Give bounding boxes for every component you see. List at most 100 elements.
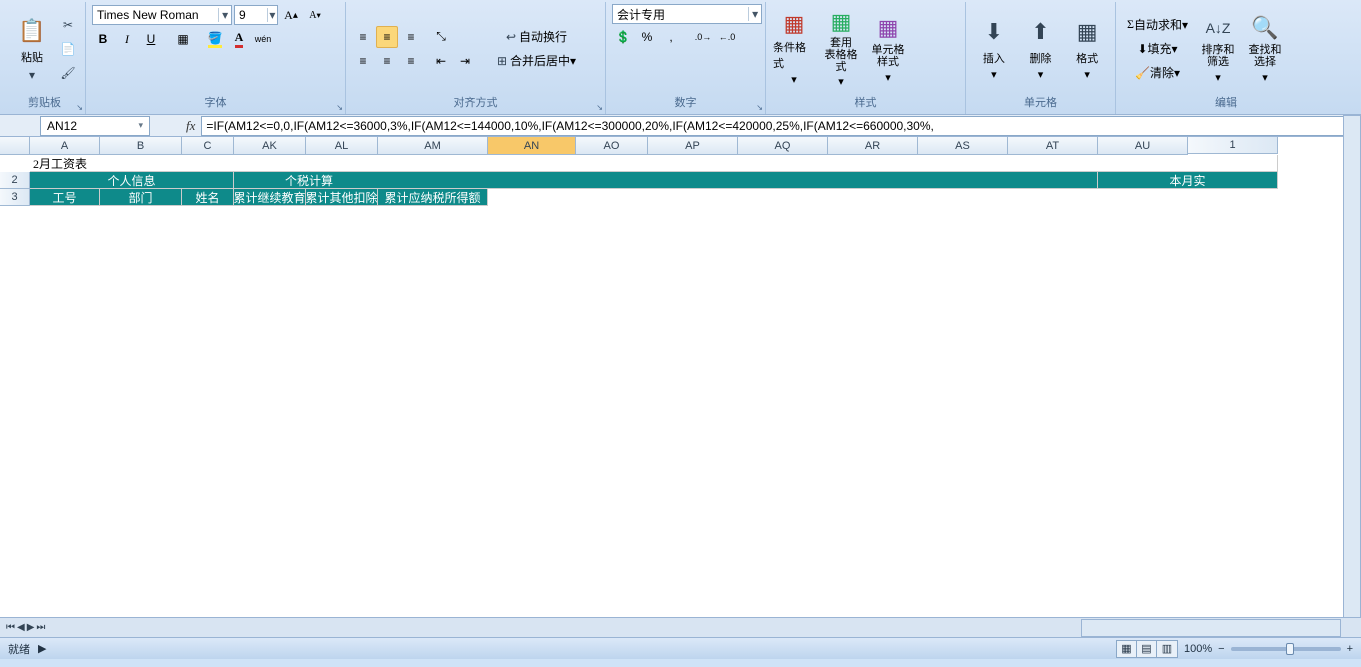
macro-record-icon[interactable]: ▶ xyxy=(38,642,46,655)
number-format-combo[interactable]: ▾ xyxy=(612,4,762,24)
decrease-decimal-button[interactable]: ←.0 xyxy=(716,26,738,48)
wrap-text-button[interactable]: ↩ 自动换行 xyxy=(487,26,583,48)
column-header[interactable]: AT xyxy=(1008,137,1098,155)
number-format-input[interactable] xyxy=(613,7,748,21)
tab-last-button[interactable]: ⏭ xyxy=(36,622,45,633)
horizontal-scrollbar[interactable] xyxy=(1081,619,1341,637)
cut-button[interactable]: ✂ xyxy=(57,14,79,36)
format-painter-button[interactable]: 🖌 xyxy=(57,62,79,84)
select-all-corner[interactable] xyxy=(0,137,30,155)
alignment-launcher[interactable]: ↘ xyxy=(596,103,603,112)
percent-button[interactable]: % xyxy=(636,26,658,48)
format-cells-button[interactable]: ▦格式▾ xyxy=(1065,13,1109,85)
column-header[interactable]: AU xyxy=(1098,137,1188,155)
orientation-button[interactable]: ⤡ xyxy=(430,26,452,48)
column-header[interactable]: A xyxy=(30,137,100,155)
italic-button[interactable]: I xyxy=(116,28,138,50)
cell[interactable]: 2 xyxy=(0,172,30,189)
cell[interactable]: 3 xyxy=(0,189,30,206)
shrink-font-button[interactable]: A▾ xyxy=(304,4,326,26)
align-left-button[interactable]: ≡ xyxy=(352,50,374,72)
align-bottom-button[interactable]: ≡ xyxy=(400,26,422,48)
find-select-button[interactable]: 🔍查找和 选择▾ xyxy=(1243,13,1287,85)
cell[interactable]: 个人信息 xyxy=(30,172,234,189)
autosum-button[interactable]: Σ 自动求和 ▾ xyxy=(1122,14,1193,36)
paste-button[interactable]: 📋 粘贴 ▾ xyxy=(10,13,54,85)
cell[interactable]: 2月工资表 xyxy=(30,155,1278,172)
fill-button[interactable]: ⬇ 填充 ▾ xyxy=(1122,38,1193,60)
vertical-scrollbar[interactable] xyxy=(1343,115,1361,625)
formula-input[interactable]: =IF(AM12<=0,0,IF(AM12<=36000,3%,IF(AM12<… xyxy=(201,116,1361,136)
tab-next-button[interactable]: ▶ xyxy=(27,622,35,633)
fill-color-button[interactable]: 🪣 xyxy=(204,28,226,50)
insert-button[interactable]: ⬇插入▾ xyxy=(972,13,1016,85)
tab-first-button[interactable]: ⏮ xyxy=(6,622,15,633)
cell[interactable]: 累计其他扣除 xyxy=(306,189,378,206)
conditional-format-button[interactable]: ▦条件格式▾ xyxy=(772,13,816,85)
tab-prev-button[interactable]: ◀ xyxy=(17,622,25,633)
cell-styles-button[interactable]: ▦单元格 样式▾ xyxy=(866,13,910,85)
cell[interactable]: 个税计算 xyxy=(234,172,1098,189)
delete-button[interactable]: ⬆删除▾ xyxy=(1019,13,1063,85)
font-name-combo[interactable]: ▾ xyxy=(92,5,232,25)
comma-button[interactable]: , xyxy=(660,26,682,48)
column-header[interactable]: B xyxy=(100,137,182,155)
zoom-in-button[interactable]: + xyxy=(1347,643,1353,655)
column-header[interactable]: AQ xyxy=(738,137,828,155)
align-middle-button[interactable]: ≡ xyxy=(376,26,398,48)
cell[interactable]: 累计应纳税所得额 xyxy=(378,189,488,206)
cell[interactable]: 工号 xyxy=(30,189,100,206)
align-top-button[interactable]: ≡ xyxy=(352,26,374,48)
sort-filter-button[interactable]: A↓Z排序和 筛选▾ xyxy=(1196,13,1240,85)
chevron-down-icon[interactable]: ▾ xyxy=(748,7,761,21)
font-launcher[interactable]: ↘ xyxy=(336,103,343,112)
column-header[interactable]: AP xyxy=(648,137,738,155)
clipboard-launcher[interactable]: ↘ xyxy=(76,103,83,112)
column-header[interactable]: AO xyxy=(576,137,648,155)
cell[interactable]: 姓名 xyxy=(182,189,234,206)
increase-indent-button[interactable]: ⇥ xyxy=(454,50,476,72)
font-color-button[interactable]: A xyxy=(228,28,250,50)
chevron-down-icon[interactable]: ▾ xyxy=(218,8,231,22)
page-layout-button[interactable]: ▤ xyxy=(1137,641,1157,657)
underline-button[interactable]: U xyxy=(140,28,162,50)
phonetic-button[interactable]: wén xyxy=(252,28,274,50)
bold-button[interactable]: B xyxy=(92,28,114,50)
zoom-slider[interactable] xyxy=(1231,647,1341,651)
zoom-out-button[interactable]: − xyxy=(1218,643,1224,655)
cell[interactable]: 部门 xyxy=(100,189,182,206)
font-size-combo[interactable]: ▾ xyxy=(234,5,278,25)
cell[interactable]: 累计继续教育 xyxy=(234,189,306,206)
zoom-thumb[interactable] xyxy=(1286,643,1294,655)
column-header[interactable]: AN xyxy=(488,137,576,155)
copy-button[interactable]: 📄 xyxy=(57,38,79,60)
column-header[interactable]: AS xyxy=(918,137,1008,155)
font-size-input[interactable] xyxy=(235,8,267,22)
page-break-button[interactable]: ▥ xyxy=(1157,641,1177,657)
grow-font-button[interactable]: A▴ xyxy=(280,4,302,26)
currency-button[interactable]: 💲 xyxy=(612,26,634,48)
number-launcher[interactable]: ↘ xyxy=(756,103,763,112)
column-header[interactable]: AK xyxy=(234,137,306,155)
chevron-down-icon[interactable]: ▾ xyxy=(267,8,277,22)
cell[interactable]: 本月实 xyxy=(1098,172,1278,189)
merge-center-button[interactable]: ⊞ 合并后居中 ▾ xyxy=(487,50,583,72)
chevron-down-icon[interactable]: ▾ xyxy=(138,120,143,131)
format-table-button[interactable]: ▦套用 表格格式▾ xyxy=(819,13,863,85)
clear-button[interactable]: 🧹 清除 ▾ xyxy=(1122,62,1193,84)
cell[interactable]: 1 xyxy=(1188,137,1278,154)
border-button[interactable]: ▦ xyxy=(172,28,194,50)
font-name-input[interactable] xyxy=(93,8,218,22)
align-center-button[interactable]: ≡ xyxy=(376,50,398,72)
column-header[interactable]: C xyxy=(182,137,234,155)
column-header[interactable]: AM xyxy=(378,137,488,155)
align-right-button[interactable]: ≡ xyxy=(400,50,422,72)
increase-decimal-button[interactable]: .0→ xyxy=(692,26,714,48)
column-header[interactable]: AL xyxy=(306,137,378,155)
zoom-level[interactable]: 100% xyxy=(1184,643,1212,655)
fx-icon[interactable]: fx xyxy=(180,118,201,134)
decrease-indent-button[interactable]: ⇤ xyxy=(430,50,452,72)
column-header[interactable]: AR xyxy=(828,137,918,155)
name-box[interactable]: AN12▾ xyxy=(40,116,150,136)
normal-view-button[interactable]: ▦ xyxy=(1117,641,1137,657)
